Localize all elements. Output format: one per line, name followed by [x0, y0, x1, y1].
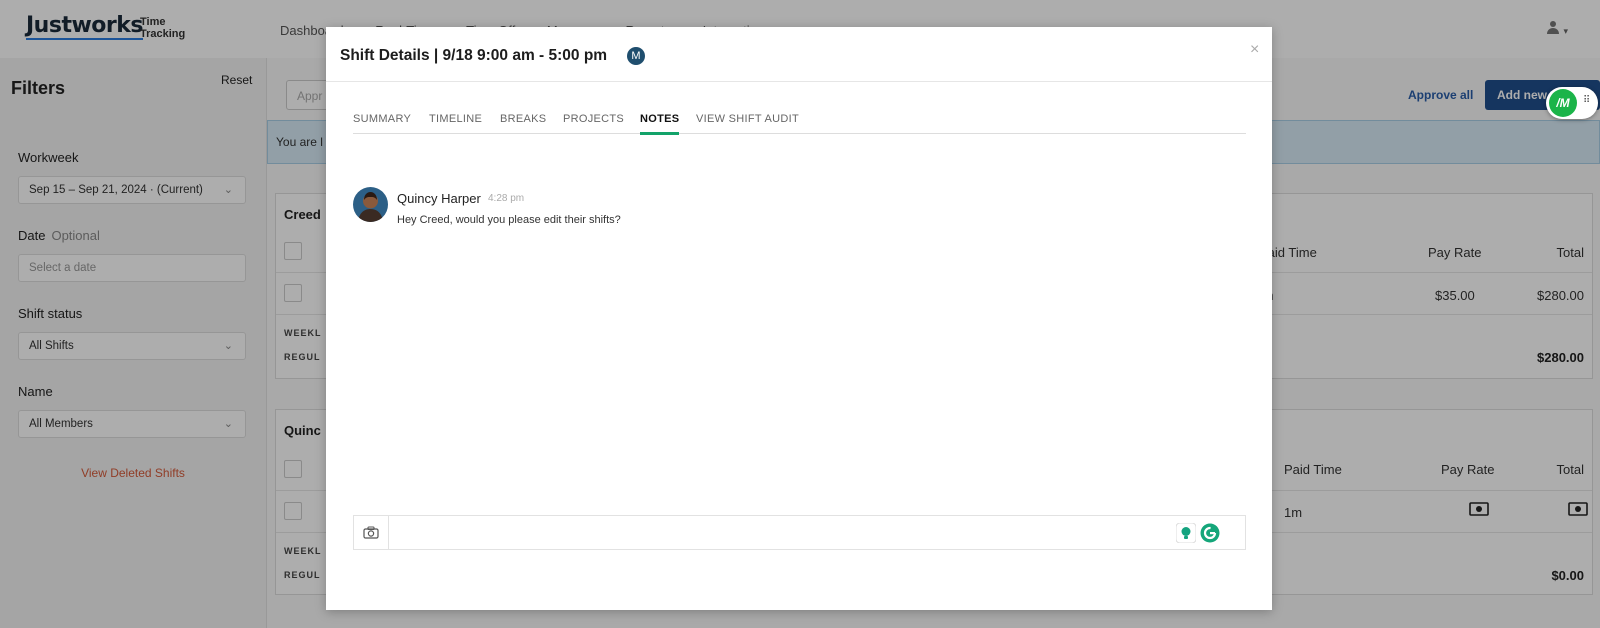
modal-title: Shift Details | 9/18 9:00 am - 5:00 pm [340, 47, 608, 64]
extension-icons [1176, 523, 1224, 543]
tab-breaks[interactable]: BREAKS [500, 113, 546, 125]
tab-view-shift-audit[interactable]: VIEW SHIFT AUDIT [696, 113, 799, 125]
close-icon[interactable]: × [1250, 41, 1259, 59]
active-tab-indicator [640, 132, 680, 135]
modal-header: Shift Details | 9/18 9:00 am - 5:00 pm M… [326, 27, 1272, 82]
note-timestamp: 4:28 pm [488, 193, 525, 204]
camera-icon [363, 526, 379, 539]
drag-handle-icon[interactable]: ⠿ [1583, 96, 1590, 106]
tab-projects[interactable]: PROJECTS [563, 113, 624, 125]
tab-summary[interactable]: SUMMARY [353, 113, 411, 125]
shift-details-modal: Shift Details | 9/18 9:00 am - 5:00 pm M… [326, 27, 1272, 610]
modal-tabs: SUMMARY TIMELINE BREAKS PROJECTS NOTES V… [353, 109, 1246, 135]
note-author: Quincy Harper [397, 191, 481, 206]
note-input[interactable] [390, 516, 1154, 551]
tab-notes[interactable]: NOTES [640, 113, 680, 135]
note-text: Hey Creed, would you please edit their s… [397, 214, 621, 226]
grammarly-icon[interactable] [1200, 523, 1220, 543]
note-composer [353, 515, 1246, 551]
floating-assistant-widget[interactable]: /M ⠿ [1546, 87, 1598, 119]
avatar [353, 187, 388, 222]
lightbulb-icon[interactable] [1176, 523, 1196, 543]
attach-photo-button[interactable] [354, 516, 389, 549]
assistant-bubble[interactable]: /M [1549, 89, 1577, 117]
member-badge: M [627, 47, 645, 65]
tab-timeline[interactable]: TIMELINE [429, 113, 482, 125]
